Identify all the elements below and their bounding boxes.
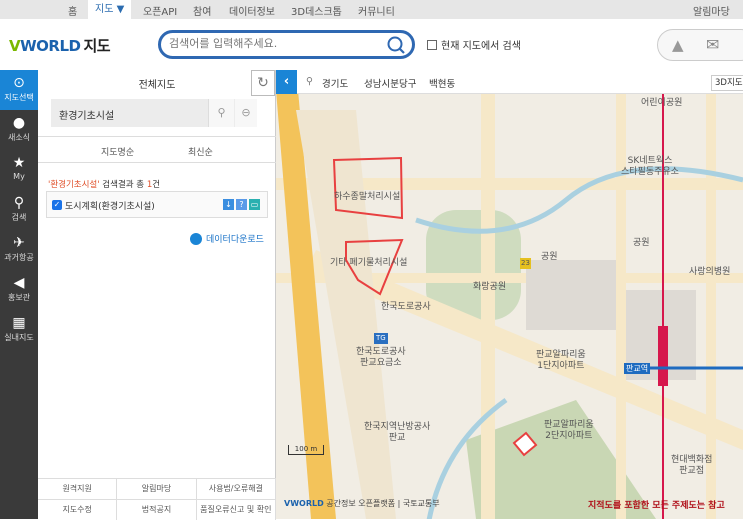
station-label[interactable]: 판교역 (624, 363, 651, 374)
map-toolbar: ‹ ⚲ 경기도 성남시분당구 백현동 3D지도 (276, 70, 743, 94)
label-apt2: 판교알파리움 2단지아파트 (544, 420, 594, 441)
scale-bar: 100 m (288, 445, 324, 455)
result-item[interactable]: ✓ 도시계획(환경기초시설) ↓ ? ▭ (46, 191, 268, 218)
road (706, 70, 716, 519)
microphone-icon: ● (12, 115, 26, 131)
panel-search-input[interactable]: 환경기초시설 (59, 107, 114, 122)
nav-map[interactable]: 지도 ▼ (88, 0, 132, 19)
item-label: 도시계획(환경기초시설) (65, 202, 155, 212)
dog-icon[interactable]: ▲ (672, 36, 684, 54)
sidebar-item-my[interactable]: ★ My (0, 150, 38, 190)
panel-search: 환경기초시설 ⚲ ⊖ (51, 99, 257, 127)
search-input[interactable] (169, 37, 379, 50)
vworld-logo[interactable]: VWORLD 지도 (9, 35, 111, 56)
header: VWORLD지도 현재 지도에서 검색 ▲ ✉ (0, 19, 743, 70)
result-summary: '환경기초시설' 검색결과 총 1건 (48, 180, 161, 190)
sidebar-rail: ⊙ 지도선택 ● 새소식 ★ My ⚲ 검색 ✈ 과거항공 ◀ 홍보관 ▦ 실내지도 (0, 70, 38, 519)
airplane-icon: ✈ (13, 235, 25, 251)
clear-icon[interactable]: ⊖ (235, 99, 257, 127)
label-park2: 공원 (633, 238, 650, 248)
breadcrumb-dong[interactable]: 백현동 (429, 76, 455, 90)
map-pin-icon: ⊙ (13, 75, 25, 91)
label-kids-park: 어린이공원 (641, 98, 683, 108)
map-view[interactable]: ‹ ⚲ 경기도 성남시분당구 백현동 3D지도 하수종말처리시설 기타 폐기물처… (276, 70, 743, 519)
3d-map-button[interactable]: 3D지도 (711, 75, 743, 91)
nav-notice[interactable]: 알림마당 (693, 3, 730, 18)
checkbox[interactable] (427, 39, 437, 50)
mail-icon[interactable]: ✉ (706, 35, 719, 54)
link-legal[interactable]: 법적공지 (117, 500, 197, 520)
link-map-edit[interactable]: 지도수정 (38, 500, 118, 520)
label-lh: 한국지역난방공사 판교 (364, 422, 431, 443)
nav-participate[interactable]: 참여 (193, 3, 211, 18)
search-icon: ⚲ (13, 195, 25, 211)
map-disclaimer: 지적도를 포함한 모든 주제도는 참고 (588, 501, 725, 511)
sidebar-item-search[interactable]: ⚲ 검색 (0, 190, 38, 230)
label-park1: 공원 (541, 252, 558, 262)
link-help[interactable]: 사용법/오류해결 (197, 479, 276, 499)
item-checkbox[interactable]: ✓ (52, 200, 62, 210)
breadcrumb-city[interactable]: 성남시분당구 (364, 76, 416, 90)
nav-data-info[interactable]: 데이터정보 (229, 3, 275, 18)
data-download-link[interactable]: 데이터다운로드 (190, 232, 264, 245)
top-nav: 홈 지도 ▼ 오픈API 참여 데이터정보 3D데스크톱 커뮤니티 알림마당 (0, 0, 743, 19)
road (616, 70, 626, 519)
download-icon[interactable]: ↓ (223, 199, 234, 210)
link-report[interactable]: 품질오류신고 및 확인 (197, 500, 276, 520)
link-notice[interactable]: 알림마당 (117, 479, 197, 499)
road (481, 70, 495, 519)
star-icon: ★ (12, 155, 26, 171)
label-hyundai: 현대백화점 판교점 (671, 455, 713, 476)
station-marker (658, 326, 668, 386)
sidebar-item-news[interactable]: ● 새소식 (0, 110, 38, 150)
indoor-grid-icon: ▦ (12, 315, 26, 331)
download-disc-icon (190, 232, 202, 245)
label-sk: SK네트웍스 스타필동주유소 (621, 156, 679, 177)
current-map-search-checkbox[interactable]: 현재 지도에서 검색 (427, 37, 521, 52)
collapse-panel-button[interactable]: ‹ (276, 70, 297, 94)
map-select-panel: 전체지도 ↻ 환경기초시설 ⚲ ⊖ 지도명순 최신순 '환경기초시설' 검색결과… (38, 70, 276, 520)
breadcrumb-province[interactable]: 경기도 (322, 76, 348, 90)
link-remote-support[interactable]: 원격지원 (38, 479, 118, 499)
location-icon: ⚲ (306, 76, 313, 87)
sidebar-item-map-select[interactable]: ⊙ 지도선택 (0, 70, 38, 110)
map-canvas[interactable] (276, 70, 743, 519)
panel-title: 전체지도 (138, 80, 176, 91)
sidebar-item-indoor[interactable]: ▦ 실내지도 (0, 310, 38, 350)
nav-community[interactable]: 커뮤니티 (358, 3, 395, 18)
sort-tabs: 지도명순 최신순 (38, 136, 276, 163)
panel-footer: 원격지원 알림마당 사용법/오류해결 지도수정 법적공지 품질오류신고 및 확인 (38, 478, 276, 520)
label-sewage: 하수종말처리시설 (334, 192, 401, 202)
tool-buttons: ▲ ✉ (657, 29, 743, 61)
label-tollgate: 한국도로공사 판교요금소 (356, 347, 406, 368)
search-box (158, 30, 415, 59)
nav-3d-desktop[interactable]: 3D데스크톱 (291, 3, 342, 18)
road-23-badge: 23 (520, 258, 531, 269)
label-waste: 기타 폐기물처리시설 (330, 258, 408, 268)
sidebar-item-promo[interactable]: ◀ 홍보관 (0, 270, 38, 310)
refresh-icon[interactable]: ↻ (251, 70, 275, 96)
megaphone-icon: ◀ (13, 275, 25, 291)
search-icon[interactable]: ⚲ (208, 99, 234, 127)
label-apt1: 판교알파리움 1단지아파트 (536, 350, 586, 371)
nav-openapi[interactable]: 오픈API (143, 3, 177, 18)
tollgate-icon: TG (374, 333, 388, 344)
search-icon[interactable] (386, 35, 406, 58)
sort-by-name[interactable]: 지도명순 (101, 145, 134, 158)
sort-by-latest[interactable]: 최신순 (188, 145, 213, 158)
nav-home[interactable]: 홈 (68, 3, 77, 18)
preview-icon[interactable]: ▭ (249, 199, 260, 210)
label-expressway: 한국도로공사 (381, 302, 431, 312)
sidebar-item-aerial[interactable]: ✈ 과거항공 (0, 230, 38, 270)
label-hospital: 사랑의병원 (689, 267, 731, 277)
building-block (526, 260, 616, 330)
map-attribution: VWORLD 공간정보 오픈플랫폼 | 국토교통부 (284, 499, 440, 508)
help-icon[interactable]: ? (236, 199, 247, 210)
label-hwarang: 화랑공원 (473, 282, 507, 292)
